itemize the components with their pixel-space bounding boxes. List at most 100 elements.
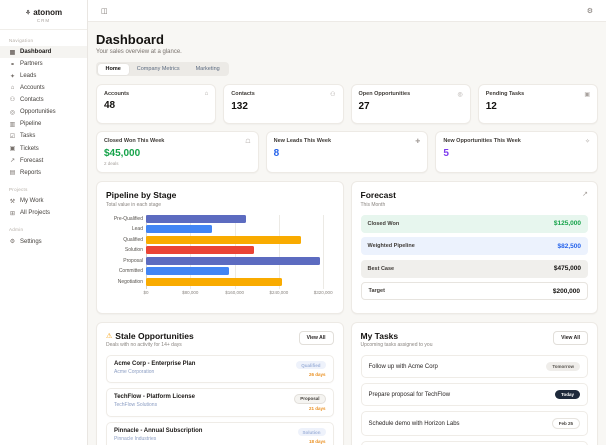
sidebar-item[interactable]: ⚇ Contacts [0,94,87,106]
tickets-icon: ▣ [9,146,16,153]
my-tasks-panel: My Tasks Upcoming tasks assigned to you … [350,321,598,445]
sidebar-item-label: Forecast [20,157,44,164]
chart-bar-track [146,246,332,254]
chart-bar-track [146,225,332,233]
task-due-badge: Feb 25 [551,418,580,429]
brand-logo-icon: ⚘ [24,9,32,17]
weekly-subtext: 2 deals [104,161,119,166]
stat-value: 48 [104,100,116,111]
chart-x-tick-label: $160,000 [225,290,244,295]
forecast-row-label: Best Case [367,265,395,272]
chart-row: Proposal [106,256,334,265]
task-row[interactable]: Prepare proposal for TechFlow Today [360,383,588,406]
stat-card: Contacts ⚇ 132 [223,84,344,124]
bottom-row: ⚠ Stale Opportunities Deals with no acti… [96,321,598,445]
chart-category-label: Negotiation [117,278,143,285]
stats-row: Accounts ⌂ 48 Contacts ⚇ 132 Open Opport… [96,84,598,124]
chart-category-label: Proposal [123,257,143,264]
task-row[interactable]: Review contract terms - Pinnacle Feb 27 [360,441,588,445]
settings-icon: ⚙ [9,239,16,246]
sparkle-icon: ✧ [584,139,590,145]
chart-row: Solution [106,246,334,254]
chart-bar-track [146,267,332,275]
user-plus-icon: ✚ [415,139,421,145]
stale-view-all-button[interactable]: View All [298,330,334,345]
chart-row: Committed [106,267,334,275]
weekly-label: New Opportunities This Week [443,138,521,144]
tasks-view-all-button[interactable]: View All [553,330,588,345]
pipeline-subtitle: Total value in each stage [106,201,162,208]
sidebar-item-label: Partners [20,61,43,68]
trophy-icon: ☖ [245,139,251,145]
settings-toggle-button[interactable]: ⚙ [585,6,595,16]
sidebar-item[interactable]: ◎ Opportunities [0,106,87,118]
sidebar-item[interactable]: ▥ Pipeline [0,118,87,130]
sidebar-section-label-projects: Projects [9,187,28,193]
stale-subtitle: Deals with no activity for 14+ days [106,342,182,348]
opportunity-company: Pinnacle Industries [114,436,157,442]
stale-opportunity-row[interactable]: Acme Corp - Enterprise Plan Acme Corpora… [106,355,334,383]
stale-opportunities-panel: ⚠ Stale Opportunities Deals with no acti… [96,321,344,445]
chart-category-label: Qualified [123,236,143,243]
stat-label: Accounts [104,91,130,97]
stale-opportunity-row[interactable]: Pinnacle - Annual Subscription Pinnacle … [106,422,334,445]
stat-label: Contacts [231,91,255,97]
sidebar-section-label-navigation: Navigation [9,38,34,43]
stat-card: Accounts ⌂ 48 [96,84,217,124]
chart-bar [146,235,302,244]
chart-row: Qualified [106,235,334,244]
sidebar-section-label-admin: Admin [9,227,24,233]
weekly-value: 8 [273,148,280,159]
sidebar-item[interactable]: ⚙ Settings [0,235,87,247]
sidebar-item[interactable]: ▤ Reports [0,167,87,179]
tasks-icon: ☑ [9,133,16,140]
stale-opportunity-row[interactable]: TechFlow - Platform License TechFlow Sol… [106,387,334,417]
sidebar: ⚘ atonom CRM Navigation ▦ Dashboard ⚭ Pa… [0,0,88,445]
gear-icon: ⚙ [586,7,593,15]
forecast-rows: Closed Won $125,000 Weighted Pipeline $8… [360,214,588,300]
middle-row: Pipeline by Stage Total value in each st… [96,181,598,314]
sidebar-item[interactable]: ▦ Dashboard [0,46,87,59]
pipeline-bar-chart: Pre-Qualified Lead Qualified Solution Propos… [106,214,334,299]
sidebar-item[interactable]: ↗ Forecast [0,155,87,167]
tab[interactable]: Home [97,63,129,75]
tasks-title: My Tasks [360,330,399,341]
stat-value: 12 [485,101,497,112]
weekly-label: Closed Won This Week [104,138,165,144]
sidebar-item[interactable]: ⊞ All Projects [0,207,87,219]
sidebar-item[interactable]: ▣ Tickets [0,143,87,155]
sidebar-item[interactable]: ⚭ Partners [0,58,87,70]
task-row[interactable]: Follow up with Acme Corp Tomorrow [360,355,588,378]
forecast-row-value: $200,000 [552,287,580,295]
sidebar-item[interactable]: ☑ Tasks [0,130,87,142]
forecast-row-label: Closed Won [367,220,400,227]
brand-name: atonom [33,8,63,17]
chart-x-tick-label: $320,000 [313,290,333,295]
forecast-row-value: $475,000 [553,265,581,272]
clipboard-icon: ▣ [584,92,590,98]
sidebar-item[interactable]: ⚒ My Work [0,195,87,207]
warning-icon: ⚠ [106,332,113,340]
sidebar-item-label: Reports [20,169,42,176]
stage-badge: Qualified [296,361,326,369]
pipeline-title: Pipeline by Stage [106,190,177,200]
tab[interactable]: Company Metrics [129,64,188,75]
sidebar-item-label: Tickets [20,145,39,152]
forecast-subtitle: This Month [360,201,386,208]
task-name: Prepare proposal for TechFlow [368,391,451,398]
weekly-row: Closed Won This Week ☖ $45,000 2 deals N… [96,131,598,173]
tasks-subtitle: Upcoming tasks assigned to you [360,342,433,348]
tab[interactable]: Marketing [188,64,228,75]
sidebar-item[interactable]: ✦ Leads [0,70,87,82]
task-row[interactable]: Schedule demo with Horizon Labs Feb 25 [360,411,588,436]
sidebar-toggle-button[interactable]: ◫ [99,6,110,16]
sidebar-item-label: All Projects [20,210,51,217]
stage-badge: Proposal [294,393,326,404]
stat-value: 27 [358,101,370,112]
stat-card: Pending Tasks ▣ 12 [477,84,598,124]
sidebar-item-label: My Work [20,198,44,205]
forecast-title: Forecast [360,190,396,200]
forecast-row: Weighted Pipeline $82,500 [360,237,588,255]
chart-bar [146,246,254,254]
sidebar-item[interactable]: ⌂ Accounts [0,83,87,94]
